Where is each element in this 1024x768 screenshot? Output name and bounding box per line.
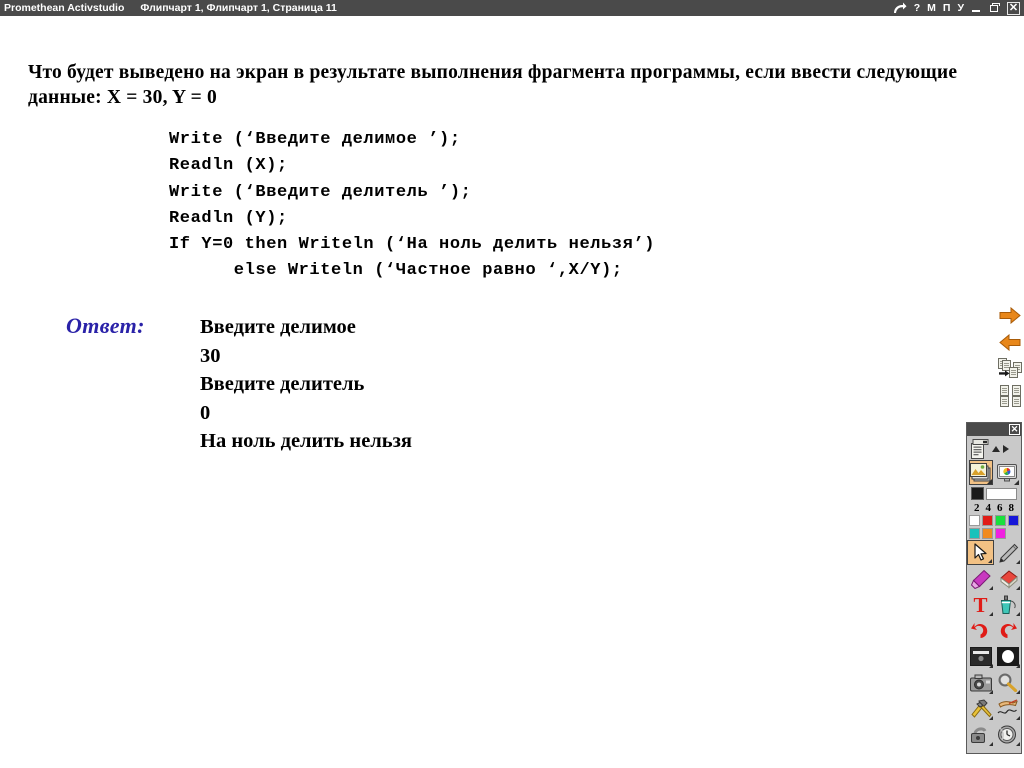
tools-menu-submenu-corner[interactable] <box>989 716 993 720</box>
fill-bucket-icon <box>998 595 1018 615</box>
fill-tool[interactable] <box>994 592 1021 617</box>
page-thumbnails-button[interactable] <box>997 384 1023 408</box>
question-text: Что будет выведено на экран в результате… <box>28 62 958 108</box>
maximize-button[interactable] <box>989 2 1000 14</box>
next-page-button[interactable] <box>997 303 1023 327</box>
highlighter-tool-submenu-corner[interactable] <box>989 586 993 590</box>
lock-tool-submenu-corner[interactable] <box>989 742 993 746</box>
color-swatch-orange[interactable] <box>982 528 993 539</box>
shade-tool-submenu-corner[interactable] <box>989 664 993 668</box>
close-button[interactable]: ✕ <box>1007 1 1020 15</box>
redo-arrow-icon[interactable] <box>893 2 907 14</box>
color-swatch-row-1 <box>969 514 1019 527</box>
tool-icon-grid: T <box>967 540 1021 747</box>
arrow-left-icon <box>999 333 1021 351</box>
titlebar-controls: ? М П У ✕ <box>893 1 1020 15</box>
redo-arrow-icon <box>997 621 1018 640</box>
color-swatch-empty[interactable] <box>1008 528 1019 539</box>
pen-width-labels: 2 4 6 8 <box>969 502 1019 514</box>
magnifier-tool-submenu-corner[interactable] <box>1016 690 1020 694</box>
camera-tool-submenu-corner[interactable] <box>989 690 993 694</box>
width-label-8[interactable]: 8 <box>1009 502 1015 514</box>
text-t-icon: T <box>973 592 988 617</box>
magnifier-tool[interactable] <box>994 670 1021 695</box>
width-label-6[interactable]: 6 <box>997 502 1003 514</box>
arrow-right-icon <box>999 306 1021 324</box>
color-swatch-red[interactable] <box>982 515 993 526</box>
width-label-4[interactable]: 4 <box>986 502 992 514</box>
menu-button-m[interactable]: М <box>927 3 936 14</box>
minimize-button[interactable] <box>971 3 982 14</box>
eraser-tool-submenu-corner[interactable] <box>1016 586 1020 590</box>
undo-button[interactable] <box>967 618 994 643</box>
select-tool[interactable] <box>967 540 994 565</box>
palette-close-button[interactable]: ✕ <box>1009 424 1020 435</box>
color-swatch-teal[interactable] <box>969 528 980 539</box>
flipchart-menu-icon[interactable] <box>971 439 989 459</box>
highlighter-tool[interactable] <box>967 566 994 591</box>
shade-tool[interactable] <box>967 644 994 669</box>
spotlight-tool-submenu-corner[interactable] <box>1016 664 1020 668</box>
clock-icon <box>997 725 1018 744</box>
color-swatch-magenta[interactable] <box>995 528 1006 539</box>
clock-tool-submenu-corner[interactable] <box>1016 742 1020 746</box>
triangle-right-icon[interactable] <box>1003 445 1009 453</box>
palette-mode-row <box>969 460 1019 485</box>
color-swatch-green[interactable] <box>995 515 1006 526</box>
main-toolbox-palette[interactable]: ✕ 2 4 6 8 T <box>966 422 1022 754</box>
flipchart-mode-submenu-corner[interactable] <box>987 479 993 484</box>
duplicate-page-button[interactable] <box>997 357 1023 381</box>
lock-tool[interactable] <box>967 722 994 747</box>
page-navigation-toolbar <box>996 303 1024 408</box>
camera-icon <box>969 674 992 692</box>
code-listing: Write (‘Введите делимое ’); Readln (X); … <box>169 130 656 281</box>
padlock-icon <box>970 725 991 744</box>
magnifier-icon <box>997 673 1018 692</box>
help-button[interactable]: ? <box>914 3 920 14</box>
pen-width-row <box>969 485 1019 502</box>
menu-button-u[interactable]: У <box>957 3 964 14</box>
eraser-tool[interactable] <box>994 566 1021 591</box>
handwriting-tool[interactable] <box>994 696 1021 721</box>
redo-button[interactable] <box>994 618 1021 643</box>
camera-tool[interactable] <box>967 670 994 695</box>
color-swatch-blue[interactable] <box>1008 515 1019 526</box>
window-title-bar: Promethean Activstudio Флипчарт 1, Флипч… <box>0 0 1024 16</box>
cursor-arrow-icon <box>973 543 989 562</box>
handwriting-tool-submenu-corner[interactable] <box>1016 716 1020 720</box>
page-duplicate-icon <box>997 358 1023 380</box>
answer-output-text: Введите делимое 30 Введите делитель 0 На… <box>200 316 412 453</box>
select-tool-submenu-corner[interactable] <box>988 559 992 563</box>
flipchart-page-canvas[interactable]: Что будет выведено на экран в результате… <box>0 16 1024 768</box>
previous-page-button[interactable] <box>997 330 1023 354</box>
desktop-mode-submenu-corner[interactable] <box>1014 480 1019 485</box>
palette-body: 2 4 6 8 T <box>967 436 1021 747</box>
palette-menu-row <box>969 438 1019 460</box>
pen-width-slider[interactable] <box>986 487 1017 500</box>
color-swatch-row-2 <box>969 527 1019 540</box>
menu-button-p[interactable]: П <box>943 3 951 14</box>
fill-tool-submenu-corner[interactable] <box>1016 612 1020 616</box>
spotlight-tool[interactable] <box>994 644 1021 669</box>
triangle-up-icon[interactable] <box>992 446 1000 452</box>
tools-menu[interactable] <box>967 696 994 721</box>
answer-label: Ответ: <box>66 313 145 338</box>
pen-tool-submenu-corner[interactable] <box>1016 560 1020 564</box>
palette-title-bar[interactable]: ✕ <box>967 423 1021 436</box>
desktop-mode-button[interactable] <box>995 460 1019 485</box>
application-name: Promethean Activstudio <box>4 2 125 14</box>
document-breadcrumb: Флипчарт 1, Флипчарт 1, Страница 11 <box>140 2 337 14</box>
flipchart-mode-button[interactable] <box>969 460 994 485</box>
color-swatch-white[interactable] <box>969 515 980 526</box>
page-grid-icon <box>998 385 1023 407</box>
text-tool[interactable]: T <box>967 592 994 617</box>
clock-tool[interactable] <box>994 722 1021 747</box>
undo-arrow-icon <box>970 621 991 640</box>
width-label-2[interactable]: 2 <box>974 502 980 514</box>
current-color-swatch[interactable] <box>971 487 984 500</box>
pen-tool[interactable] <box>994 540 1021 565</box>
text-tool-submenu-corner[interactable] <box>989 612 993 616</box>
